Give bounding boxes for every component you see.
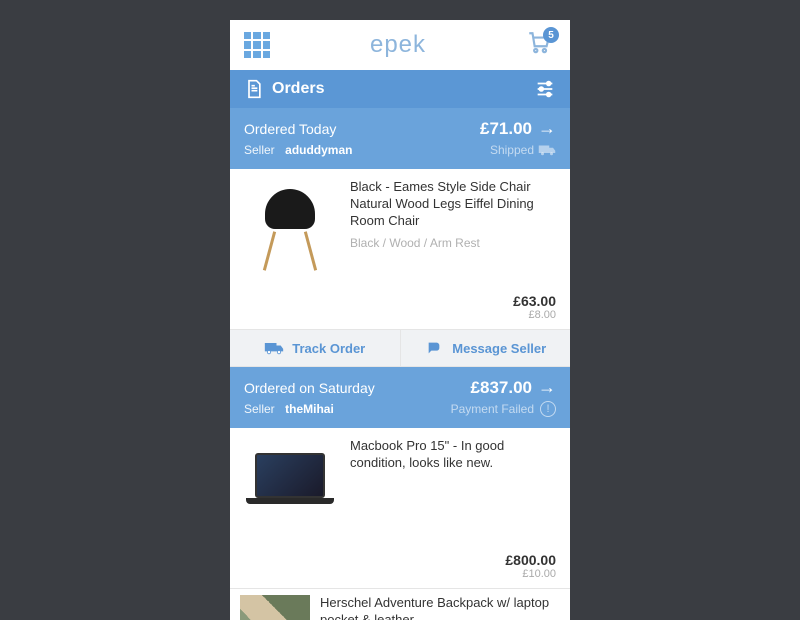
order-date: Ordered Today (244, 121, 336, 137)
seller-name: aduddyman (285, 143, 352, 157)
app-logo: epek (370, 31, 426, 59)
arrow-right-icon: → (538, 118, 556, 139)
product-row[interactable]: Black - Eames Style Side Chair Natural W… (230, 169, 570, 289)
arrow-right-icon: → (538, 377, 556, 398)
seller-label: Seller (244, 143, 275, 157)
order-total: £71.00 (480, 119, 532, 139)
order-status: Payment Failed ! (451, 401, 556, 417)
price-main: £800.00 (230, 552, 556, 568)
message-seller-button[interactable]: Message Seller (401, 330, 571, 366)
chat-icon (424, 340, 444, 356)
product-image (240, 179, 340, 279)
price-main: £63.00 (230, 293, 556, 309)
orders-list[interactable]: Ordered Today £71.00 → Seller aduddyman … (230, 108, 570, 620)
product-title: Macbook Pro 15" - In good condition, loo… (350, 438, 560, 472)
product-title: Herschel Adventure Backpack w/ laptop po… (320, 595, 560, 620)
page-title: Orders (272, 80, 324, 98)
page-titlebar: Orders (230, 70, 570, 108)
message-seller-label: Message Seller (452, 341, 546, 356)
seller-label: Seller (244, 402, 275, 416)
track-order-label: Track Order (292, 341, 365, 356)
menu-grid-icon[interactable] (244, 32, 270, 58)
truck-icon (538, 144, 556, 156)
order-header[interactable]: Ordered Today £71.00 → Seller aduddyman … (230, 108, 570, 169)
order-header[interactable]: Ordered on Saturday £837.00 → Seller the… (230, 367, 570, 428)
alert-icon: ! (540, 401, 556, 417)
action-bar: Track Order Message Seller (230, 329, 570, 367)
top-bar: epek 5 (230, 20, 570, 70)
filter-icon[interactable] (534, 78, 556, 100)
product-row[interactable]: Herschel Adventure Backpack w/ laptop po… (230, 588, 570, 620)
truck-icon (264, 340, 284, 356)
product-variant: Black / Wood / Arm Rest (350, 236, 560, 250)
product-image (240, 595, 310, 620)
order-status: Shipped (490, 143, 556, 157)
order-total: £837.00 (471, 378, 532, 398)
product-title: Black - Eames Style Side Chair Natural W… (350, 179, 560, 230)
price-sub: £8.00 (230, 309, 556, 321)
document-icon (244, 79, 264, 99)
cart-button[interactable]: 5 (526, 30, 556, 60)
app-frame: epek 5 Orders Ordered Today £71.00 → (230, 20, 570, 620)
seller-name: theMihai (285, 402, 334, 416)
track-order-button[interactable]: Track Order (230, 330, 401, 366)
product-row[interactable]: Macbook Pro 15" - In good condition, loo… (230, 428, 570, 548)
order-date: Ordered on Saturday (244, 380, 375, 396)
product-prices: £800.00 £10.00 (230, 548, 570, 588)
product-prices: £63.00 £8.00 (230, 289, 570, 329)
price-sub: £10.00 (230, 568, 556, 580)
cart-badge: 5 (543, 27, 559, 43)
product-image (240, 438, 340, 538)
